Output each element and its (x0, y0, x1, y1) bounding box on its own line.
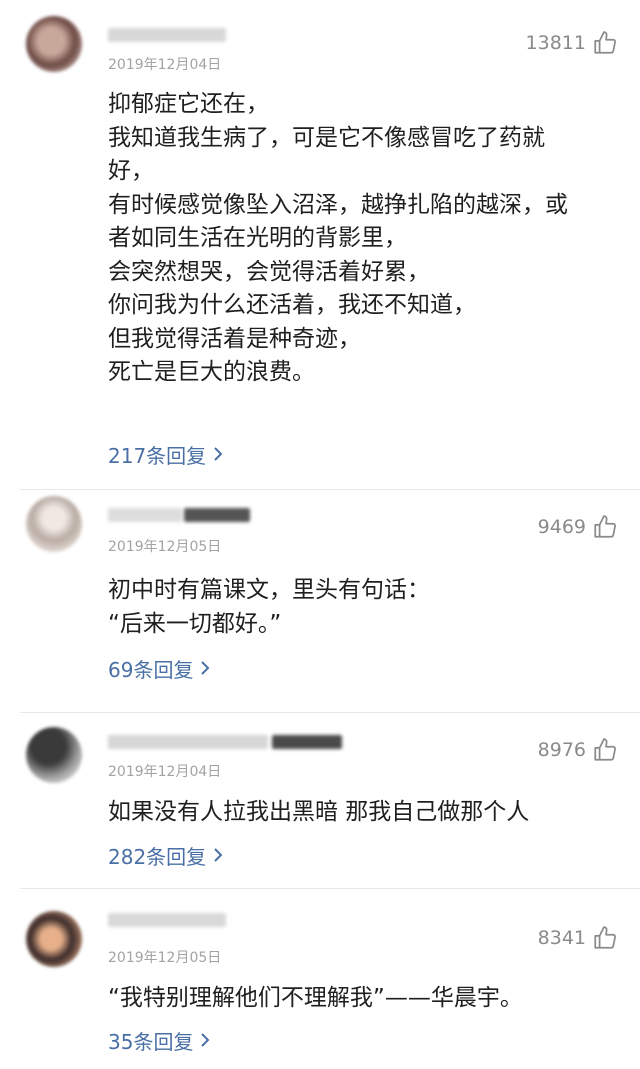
comment-item: 2019年12月05日 8341 “我特别理解他们不理解我”——华晨宇。 35条… (0, 889, 640, 1069)
comment-line: 抑郁症它还在， (108, 91, 269, 117)
thumbs-up-icon (592, 514, 618, 540)
comment-line: “我特别理解他们不理解我”——华晨宇。 (108, 985, 523, 1011)
avatar[interactable] (26, 16, 82, 72)
comment-line: “后来一切都好。” (108, 610, 282, 637)
comment-date: 2019年12月05日 (108, 950, 222, 966)
like-button[interactable]: 8976 (538, 737, 618, 763)
comment-line: 者如同生活在光明的背影里， (108, 225, 407, 251)
comment-line: 好， (108, 158, 154, 184)
view-replies-link[interactable]: 217条回复 (108, 440, 224, 469)
like-count: 8341 (537, 927, 586, 949)
like-count: 13811 (525, 32, 586, 54)
like-button[interactable]: 13811 (526, 30, 618, 56)
view-replies-link[interactable]: 35条回复 (108, 1026, 211, 1055)
comment-item: 2019年12月04日 13811 抑郁症它还在， 我知道我生病了，可是它不像感… (0, 0, 640, 490)
view-replies-link[interactable]: 282条回复 (108, 841, 224, 870)
avatar[interactable] (26, 496, 82, 552)
replies-label: 217条回复 (108, 444, 207, 468)
comment-date: 2019年12月04日 (108, 764, 222, 780)
replies-label: 282条回复 (108, 845, 207, 869)
like-count: 9469 (537, 516, 586, 538)
like-count: 8976 (537, 739, 586, 761)
like-button[interactable]: 9469 (538, 514, 618, 540)
chevron-right-icon (212, 844, 224, 868)
comment-line: 会突然想哭，会觉得活着好累， (108, 258, 430, 285)
comment-text: 初中时有篇课文，里头有句话： “后来一切都好。” (108, 574, 613, 641)
comment-line: 死亡是巨大的浪费。 (108, 359, 315, 385)
chevron-right-icon (199, 1029, 211, 1053)
chevron-right-icon (199, 657, 211, 681)
comment-line: 但我觉得活着是种奇迹， (108, 325, 361, 352)
thumbs-up-icon (592, 737, 618, 763)
comment-text: “我特别理解他们不理解我”——华晨宇。 (108, 982, 613, 1016)
avatar[interactable] (26, 727, 82, 783)
thumbs-up-icon (592, 30, 618, 56)
replies-label: 69条回复 (108, 658, 194, 682)
comment-line: 如果没有人拉我出黑暗 那我自己做那个人 (108, 799, 530, 825)
comment-line: 有时候感觉像坠入沼泽，越挣扎陷的越深，或 (108, 191, 568, 218)
comment-line: 我知道我生病了，可是它不像感冒吃了药就 (108, 124, 545, 151)
comment-item: 2019年12月04日 8976 如果没有人拉我出黑暗 那我自己做那个人 282… (0, 713, 640, 889)
thumbs-up-icon (592, 925, 618, 951)
comment-date: 2019年12月05日 (108, 539, 222, 555)
comment-line: 初中时有篇课文，里头有句话： (108, 577, 430, 603)
avatar[interactable] (26, 911, 82, 967)
chevron-right-icon (212, 443, 224, 467)
comment-text: 抑郁症它还在， 我知道我生病了，可是它不像感冒吃了药就 好， 有时候感觉像坠入沼… (108, 88, 613, 390)
replies-label: 35条回复 (108, 1030, 194, 1054)
view-replies-link[interactable]: 69条回复 (108, 654, 211, 683)
comment-item: 2019年12月05日 9469 初中时有篇课文，里头有句话： “后来一切都好。… (0, 490, 640, 713)
comment-line: 你问我为什么还活着，我还不知道， (108, 292, 476, 318)
like-button[interactable]: 8341 (538, 925, 618, 951)
comment-text: 如果没有人拉我出黑暗 那我自己做那个人 (108, 796, 613, 830)
comment-date: 2019年12月04日 (108, 57, 222, 73)
